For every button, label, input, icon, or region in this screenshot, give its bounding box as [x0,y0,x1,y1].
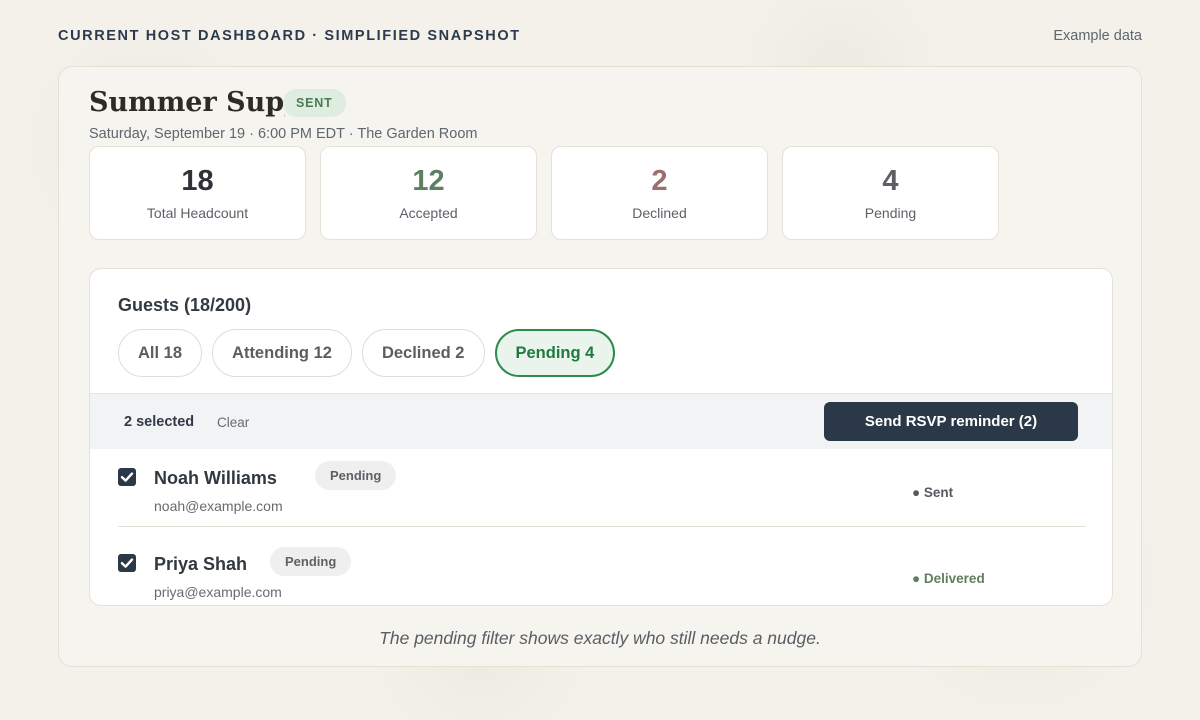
stat-label: Accepted [399,205,458,221]
guest-name: Priya Shah [154,554,248,574]
stat-value: 2 [651,165,668,197]
stat-value: 12 [412,165,445,197]
stat-card-pending: 4 Pending [782,146,999,240]
guest-email: priya@example.com [154,584,282,600]
stat-value: 18 [181,165,214,197]
dashboard-kicker: CURRENT HOST DASHBOARD · SIMPLIFIED SNAP… [58,28,521,44]
guests-card: Guests (18/200) All 18 Attending 12 Decl… [89,268,1113,606]
stat-card-total: 18 Total Headcount [89,146,306,240]
guest-row: Priya Shah Pending priya@example.com ● D… [118,535,1086,605]
selected-count: 2 selected [124,414,195,430]
send-rsvp-reminder-button[interactable]: Send RSVP reminder (2) [824,402,1078,441]
selection-bar: 2 selected Clear Send RSVP reminder (2) [90,393,1112,449]
checkmark-icon [120,558,134,568]
guest-status-badge: Pending [270,547,352,576]
stat-value: 4 [882,165,899,197]
stat-label: Total Headcount [146,205,249,221]
stat-card-accepted: 12 Accepted [320,146,537,240]
caption: The pending filter shows exactly who sti… [379,628,821,648]
example-data-label: Example data [1053,28,1142,44]
top-bar: CURRENT HOST DASHBOARD · SIMPLIFIED SNAP… [58,28,1142,44]
guest-checkbox[interactable] [118,554,136,572]
filter-pending[interactable]: Pending 4 [494,329,616,377]
stat-card-declined: 2 Declined [551,146,768,240]
delivery-status: ● Delivered [912,571,985,586]
guest-checkbox[interactable] [118,468,136,486]
event-status-badge: SENT [283,89,346,117]
guest-row: Noah Williams Pending noah@example.com ●… [118,449,1086,527]
checkmark-icon [120,472,134,482]
stats-row: 18 Total Headcount 12 Accepted 2 Decline… [89,146,999,240]
guests-title: Guests (18/200) [118,295,252,315]
filter-all[interactable]: All 18 [118,329,203,377]
event-meta: Saturday, September 19 · 6:00 PM EDT · T… [89,126,478,142]
stat-label: Pending [864,205,917,221]
filter-attending[interactable]: Attending 12 [212,329,352,377]
event-title: Summer Supper [89,87,285,118]
delivery-status: ● Sent [912,485,954,500]
host-dashboard-panel: Summer Supper SENT Saturday, September 1… [58,66,1142,667]
filter-declined[interactable]: Declined 2 [361,329,485,377]
clear-selection-link[interactable]: Clear [217,415,249,430]
stat-label: Declined [632,205,687,221]
guest-status-badge: Pending [315,461,397,490]
guest-filter-tabs: All 18 Attending 12 Declined 2 Pending 4 [118,329,616,377]
guest-name: Noah Williams [154,468,277,488]
guest-email: noah@example.com [154,498,283,514]
